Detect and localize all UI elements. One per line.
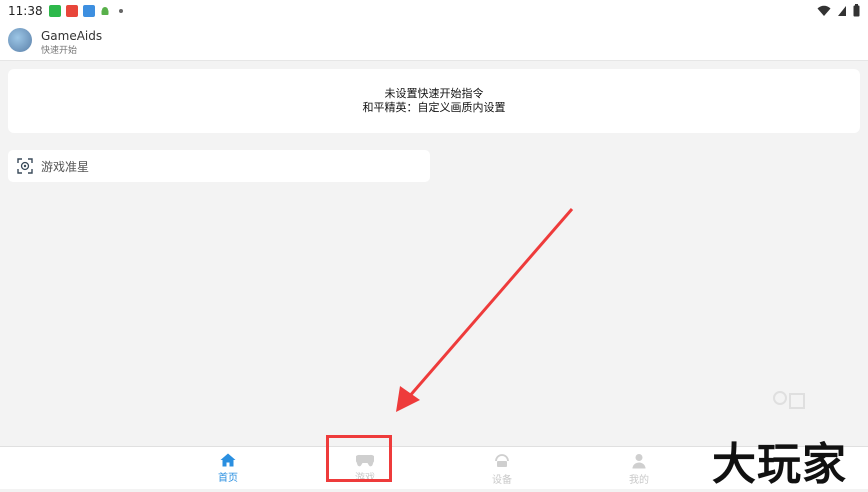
watermark-text: 大玩家	[712, 439, 847, 490]
more-notifications-dot	[118, 9, 123, 13]
system-icons	[817, 4, 860, 17]
status-time: 11:38	[8, 4, 43, 18]
device-icon	[495, 454, 509, 467]
nav-label-devices: 设备	[492, 475, 512, 486]
signal-icon	[838, 5, 846, 16]
app-subtitle: 快速开始	[41, 46, 78, 56]
nav-item-devices[interactable]: 设备	[472, 453, 532, 486]
status-bar: 11:38	[0, 0, 868, 22]
blue-app-icon	[82, 5, 95, 17]
person-icon	[632, 454, 646, 469]
nav-item-home[interactable]: 首页	[198, 453, 258, 484]
crosshair-label: 游戏准星	[41, 159, 90, 174]
annotation-highlight-box	[326, 435, 392, 482]
home-icon	[220, 453, 236, 467]
android-icon	[101, 7, 109, 15]
app-title: GameAids	[41, 29, 103, 43]
app-logo[interactable]	[8, 28, 32, 52]
quick-start-game-setting: 和平精英：自定义画质内设置	[362, 101, 506, 114]
quick-start-status: 未设置快速开始指令	[384, 87, 484, 100]
battery-icon	[853, 4, 860, 17]
app-header: GameAids 快速开始	[0, 22, 868, 61]
quick-start-card[interactable]: 未设置快速开始指令 和平精英：自定义画质内设置	[8, 69, 860, 133]
nav-label-home: 首页	[218, 473, 238, 484]
faint-logo-icon	[773, 391, 805, 409]
wifi-icon	[817, 5, 831, 16]
crosshair-icon	[17, 158, 33, 174]
green-app-icon	[48, 5, 61, 17]
nav-label-mine: 我的	[629, 475, 649, 486]
crosshair-card[interactable]: 游戏准星	[8, 150, 430, 182]
red-app-icon	[65, 5, 78, 17]
notification-icons	[48, 5, 123, 17]
nav-item-mine[interactable]: 我的	[609, 453, 669, 486]
